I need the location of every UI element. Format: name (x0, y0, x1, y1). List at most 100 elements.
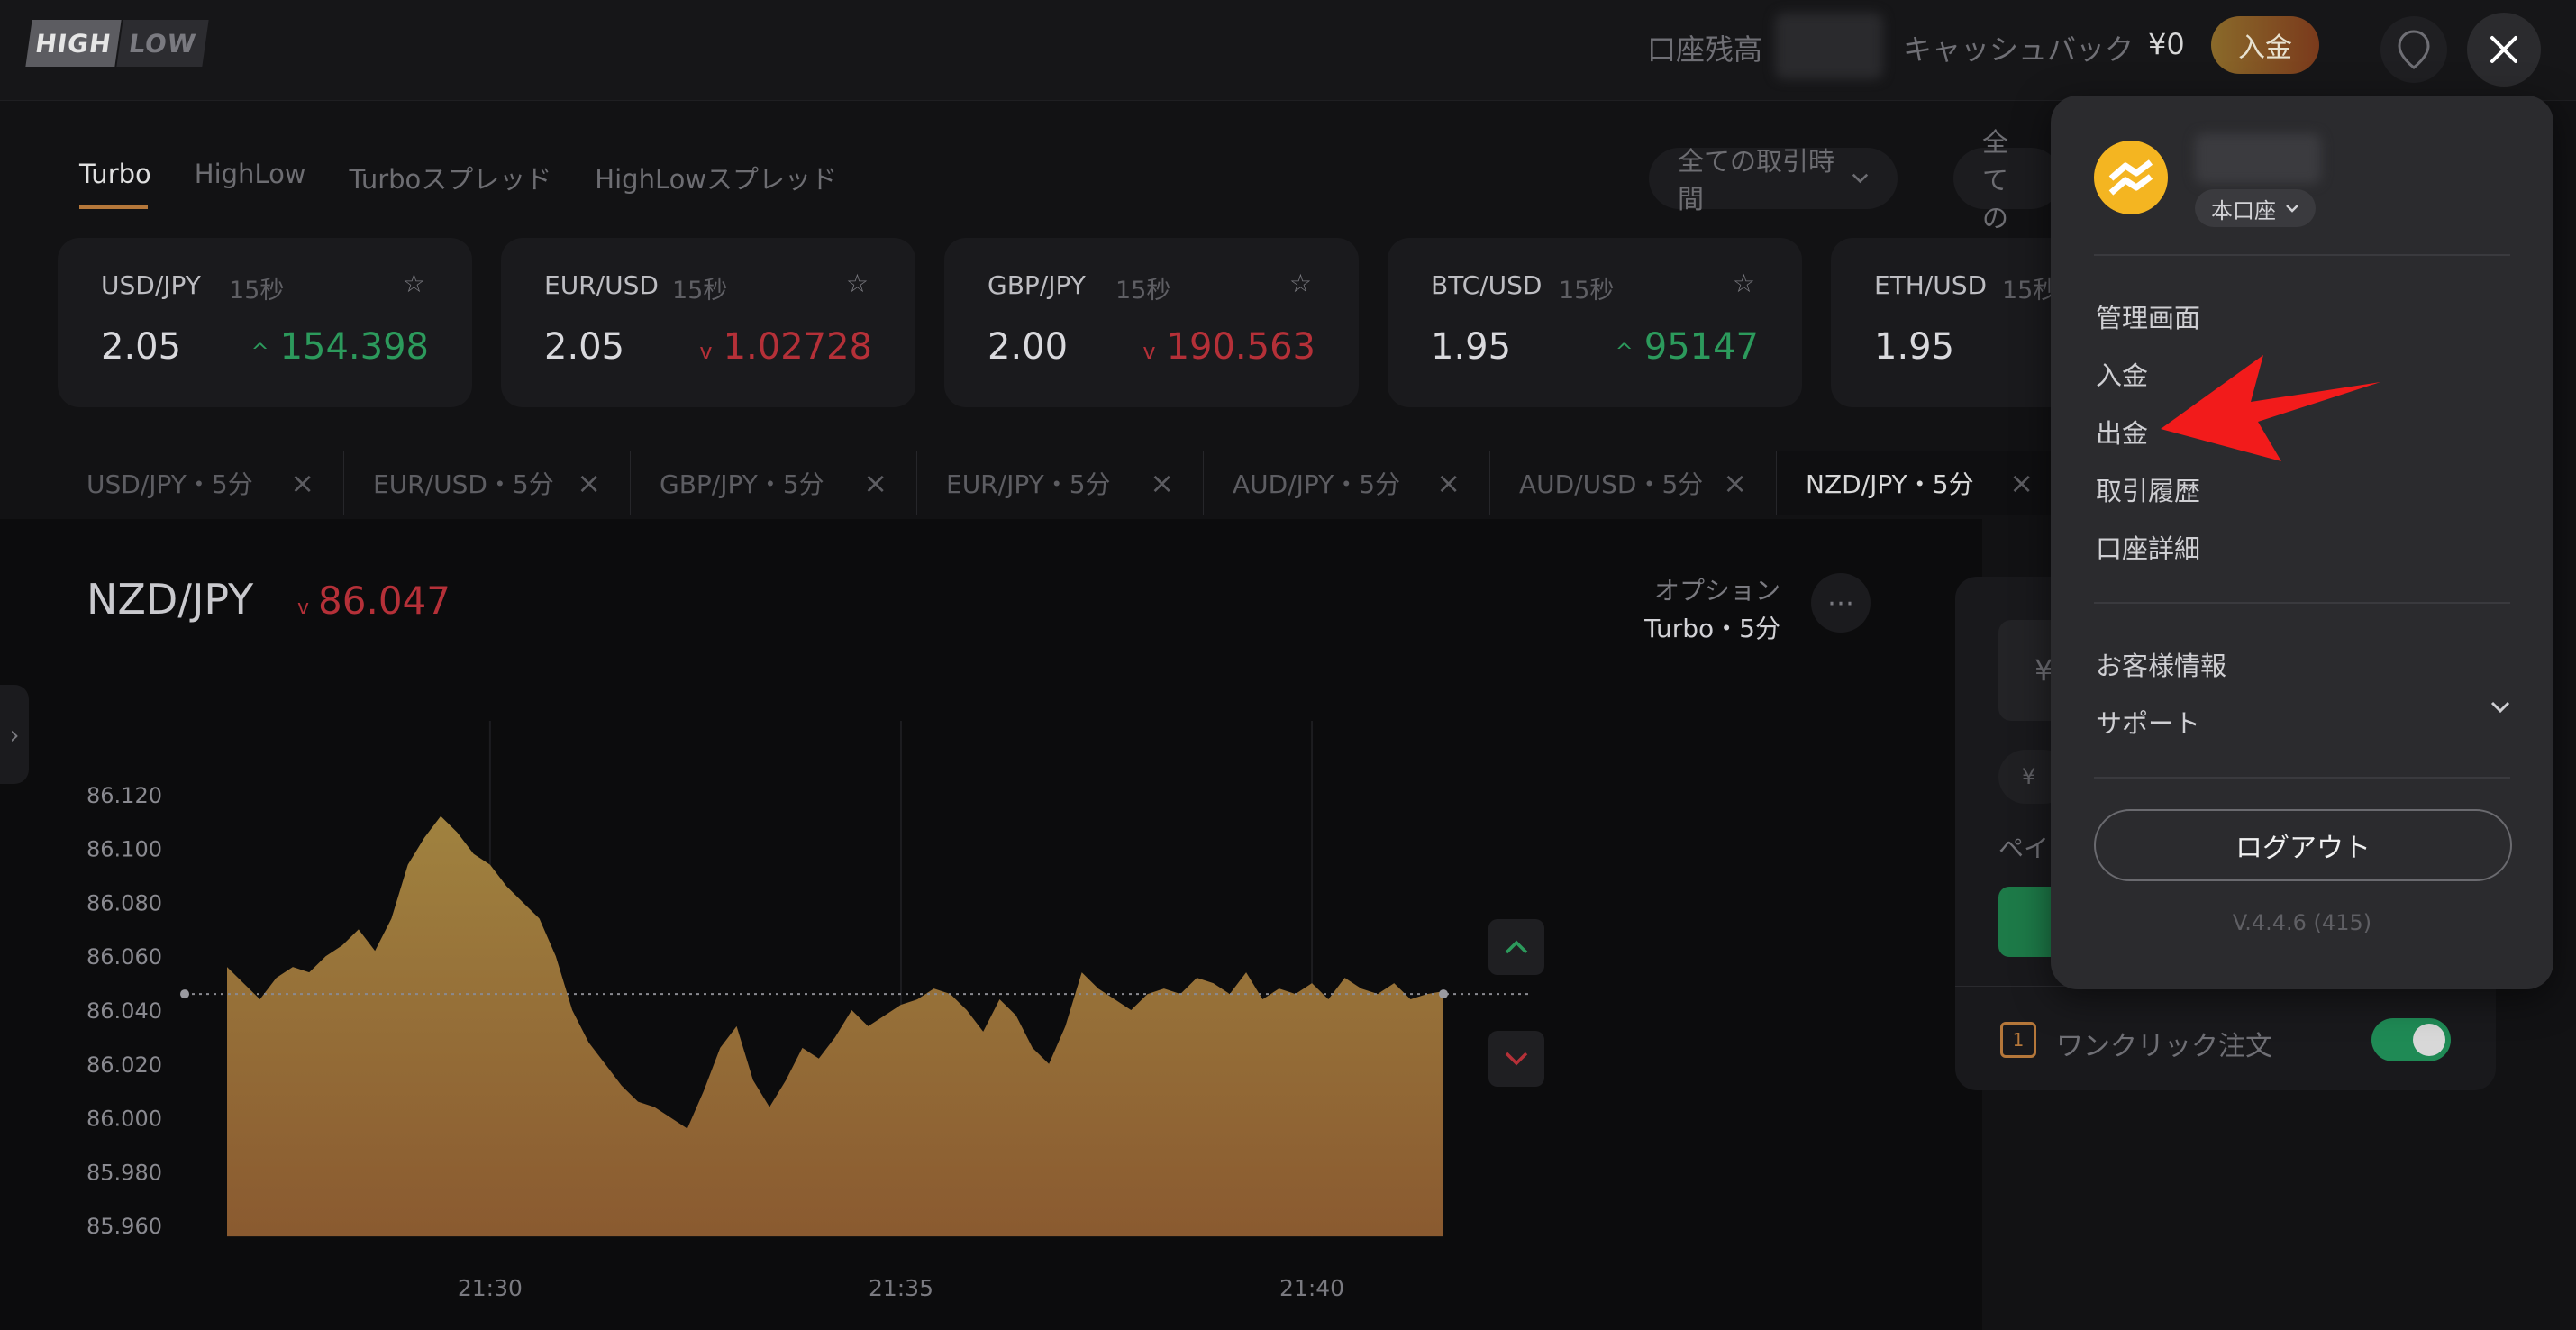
chart-tab-nzd-jpy[interactable]: NZD/JPY・5分 × (1777, 451, 2063, 515)
card-duration: 15秒 (1115, 277, 1171, 305)
chart-tab-label: AUD/USD・5分 (1519, 469, 1704, 499)
card-pair: BTC/USD (1431, 270, 1543, 300)
trade-time-filter-label: 全ての取引時間 (1678, 146, 1835, 214)
asset-card-btc-usd[interactable]: BTC/USD 15秒 ☆ 1.95 ^ 95147 (1388, 238, 1802, 407)
menu-item-customer-info[interactable]: お客様情報 (2096, 645, 2226, 683)
trade-time-filter[interactable]: 全ての取引時間 (1649, 146, 1898, 214)
tab-highlow-spread[interactable]: HighLowスプレッド (595, 159, 837, 196)
card-duration: 15秒 (229, 277, 285, 305)
logo-low: LOW (116, 20, 209, 67)
menu-item-deposit[interactable]: 入金 (2096, 355, 2148, 393)
menu-item-support[interactable]: サポート (2096, 703, 2200, 741)
star-icon[interactable]: ☆ (846, 269, 869, 298)
menu-item-trade-history[interactable]: 取引履歴 (2096, 470, 2200, 508)
chart-tab-usd-jpy[interactable]: USD/JPY・5分 × (58, 451, 344, 515)
strike-point (1439, 989, 1448, 999)
chevron-down-icon (1505, 1052, 1528, 1066)
star-icon[interactable]: ☆ (1289, 269, 1312, 298)
chart-tab-label: GBP/JPY・5分 (660, 469, 824, 499)
card-duration: 15秒 (672, 277, 728, 305)
chevron-down-icon[interactable] (2490, 701, 2510, 714)
chart-tab-eur-usd[interactable]: EUR/USD・5分 × (344, 451, 631, 515)
more-options-button[interactable]: ⋯ (1811, 573, 1871, 633)
chevron-up-icon (1505, 940, 1528, 954)
card-payout: 2.00 (988, 326, 1069, 368)
account-balance-label: 口座残高 (1647, 32, 1763, 67)
chip-prefix: ¥ (2022, 764, 2036, 789)
chart-tab-aud-jpy[interactable]: AUD/JPY・5分 × (1204, 451, 1490, 515)
menu-divider (2094, 602, 2510, 604)
chart-pair-title: NZD/JPY (86, 575, 254, 624)
card-pair: ETH/USD (1874, 270, 1988, 300)
location-pin-icon (2398, 30, 2430, 69)
price-chart[interactable]: 86.120 86.100 86.080 86.060 86.040 86.020 86.0… (0, 721, 1532, 1316)
card-payout: 1.95 (1431, 326, 1512, 368)
header-deposit-button[interactable]: 入金 (2211, 16, 2319, 74)
close-tab-icon[interactable]: × (863, 466, 887, 500)
chart-tab-label: AUD/JPY・5分 (1233, 469, 1401, 499)
y-tick-label: 86.040 (86, 998, 162, 1024)
close-menu-button[interactable] (2467, 13, 2541, 87)
card-price: ^ 154.398 (250, 326, 429, 368)
close-tab-icon[interactable]: × (290, 466, 314, 500)
menu-divider (2094, 777, 2510, 779)
close-tab-icon[interactable]: × (1723, 466, 1747, 500)
asset-card-gbp-jpy[interactable]: GBP/JPY 15秒 ☆ 2.00 v 190.563 (944, 238, 1359, 407)
second-filter[interactable]: 全ての (1953, 127, 2062, 233)
close-tab-icon[interactable]: × (2009, 466, 2034, 500)
x-tick-label: 21:40 (1279, 1275, 1344, 1301)
chart-tab-label: EUR/USD・5分 (373, 469, 554, 499)
chart-tab-label: USD/JPY・5分 (86, 469, 253, 499)
close-tab-icon[interactable]: × (1436, 466, 1461, 500)
payout-label: ペイ (1998, 834, 2050, 863)
y-tick-label: 86.100 (86, 837, 162, 862)
location-pin-button[interactable] (2380, 16, 2447, 83)
account-type-selector[interactable]: 本口座 (2195, 189, 2316, 227)
active-tab-underline (79, 205, 148, 209)
cashback-label: キャッシュバック (1903, 32, 2135, 67)
card-pair: EUR/USD (544, 270, 659, 300)
one-click-toggle[interactable] (2371, 1018, 2451, 1061)
star-icon[interactable]: ☆ (403, 269, 425, 298)
tab-turbo-spread[interactable]: Turboスプレッド (350, 159, 552, 196)
asset-card-usd-jpy[interactable]: USD/JPY 15秒 ☆ 2.05 ^ 154.398 (58, 238, 472, 407)
menu-item-withdraw[interactable]: 出金 (2096, 413, 2148, 451)
annotation-arrow-icon (2161, 355, 2380, 461)
close-tab-icon[interactable]: × (577, 466, 601, 500)
card-price-value: 1.02728 (723, 326, 872, 368)
account-balance-redacted (1775, 13, 1883, 79)
star-icon[interactable]: ☆ (1733, 269, 1755, 298)
logout-button[interactable]: ログアウト (2094, 809, 2512, 881)
chart-tab-label: EUR/JPY・5分 (946, 469, 1111, 499)
arrow-down-icon: v (297, 597, 310, 619)
close-tab-icon[interactable]: × (1150, 466, 1174, 500)
tab-highlow[interactable]: HighLow (195, 159, 306, 196)
card-pair: GBP/JPY (988, 270, 1086, 300)
y-tick-label: 86.060 (86, 944, 162, 970)
card-payout: 1.95 (1874, 326, 1955, 368)
menu-item-account-details[interactable]: 口座詳細 (2096, 528, 2200, 566)
account-id-redacted (2195, 133, 2321, 184)
high-arrow-button[interactable] (1488, 919, 1544, 975)
arrow-up-icon: ^ (250, 339, 269, 364)
x-tick-label: 21:30 (458, 1275, 523, 1301)
menu-item-dashboard[interactable]: 管理画面 (2096, 297, 2200, 335)
card-payout: 2.05 (101, 326, 182, 368)
chart-tab-eur-jpy[interactable]: EUR/JPY・5分 × (917, 451, 1204, 515)
y-tick-label: 86.080 (86, 890, 162, 916)
highlow-logo[interactable]: HIGH LOW (25, 20, 209, 67)
second-filter-label: 全ての (1982, 127, 2009, 233)
chart-tab-gbp-jpy[interactable]: GBP/JPY・5分 × (631, 451, 917, 515)
asset-card-eur-usd[interactable]: EUR/USD 15秒 ☆ 2.05 v 1.02728 (501, 238, 915, 407)
option-value: Turbo・5分 (1644, 614, 1780, 643)
tab-turbo[interactable]: Turbo (79, 159, 151, 196)
card-payout: 2.05 (544, 326, 625, 368)
close-icon (2490, 36, 2517, 63)
x-tick-label: 21:35 (869, 1275, 933, 1301)
chart-current-price: v 86.047 (297, 578, 451, 623)
chart-tab-aud-usd[interactable]: AUD/USD・5分 × (1490, 451, 1777, 515)
strike-point (180, 989, 189, 999)
y-tick-label: 85.960 (86, 1214, 162, 1239)
account-type-label: 本口座 (2211, 197, 2276, 223)
low-arrow-button[interactable] (1488, 1031, 1544, 1087)
